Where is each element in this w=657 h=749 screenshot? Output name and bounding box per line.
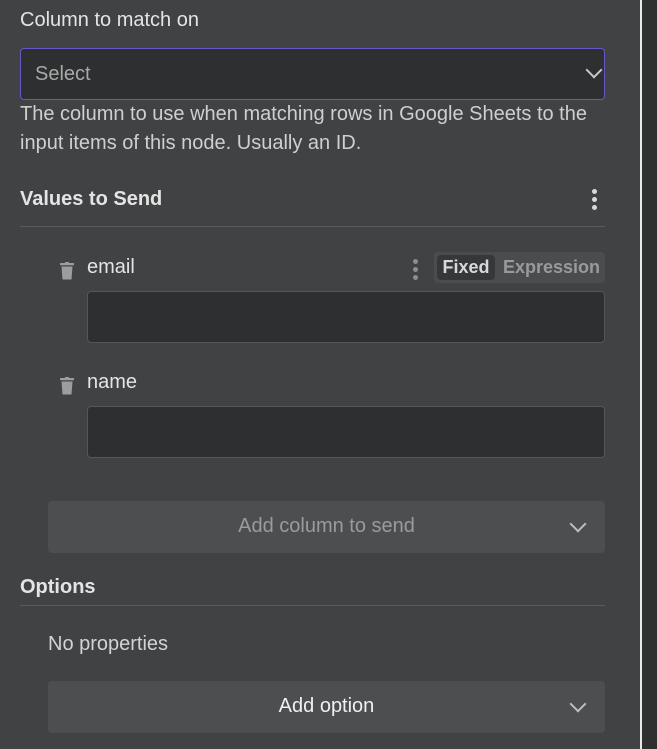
name-field[interactable] <box>87 406 605 458</box>
trash-icon[interactable] <box>60 262 74 280</box>
fixed-expression-toggle[interactable]: Fixed Expression <box>434 252 605 283</box>
values-to-send-menu-icon[interactable] <box>592 189 598 213</box>
column-match-help-text: The column to use when matching rows in … <box>20 103 587 154</box>
add-option-label: Add option <box>278 695 375 717</box>
toggle-fixed-option[interactable]: Fixed <box>437 255 495 280</box>
column-match-select-value: Select <box>35 63 91 85</box>
field-label-name: name <box>87 371 138 393</box>
email-field[interactable] <box>87 291 605 343</box>
toggle-expression-option[interactable]: Expression <box>503 255 600 280</box>
trash-icon[interactable] <box>60 377 74 395</box>
add-column-label: Add column to send <box>238 515 415 537</box>
column-match-select[interactable]: Select <box>20 48 605 100</box>
field-email-menu-icon[interactable] <box>413 259 419 283</box>
column-match-label: Column to match on <box>20 9 199 31</box>
no-properties-text: No properties <box>48 633 169 655</box>
add-option-button[interactable]: Add option <box>48 681 605 733</box>
field-label-email: email <box>87 256 135 278</box>
right-panel-edge <box>640 0 657 749</box>
values-to-send-divider <box>20 226 605 227</box>
chevron-down-icon <box>585 61 603 79</box>
add-column-button[interactable]: Add column to send <box>48 501 605 553</box>
values-to-send-title: Values to Send <box>20 188 163 210</box>
options-divider <box>20 605 605 606</box>
options-title: Options <box>20 576 96 598</box>
parameters-panel: Column to match on Select The column to … <box>0 0 640 749</box>
